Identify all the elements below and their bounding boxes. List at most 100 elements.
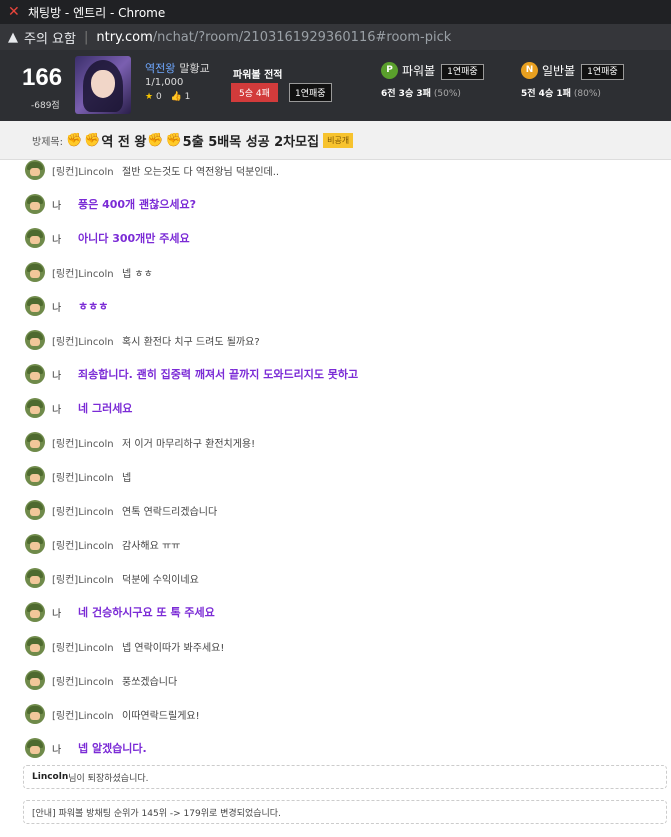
user-count: 1/1,000 [145, 77, 184, 88]
normalball-coin-icon: N [521, 62, 538, 79]
user-nick[interactable]: 역전왕 [145, 62, 175, 75]
message-text: 네 그러세요 [78, 402, 133, 415]
message-text: 죄송합니다. 괜히 집중력 깨져서 끝까지 도와드리지도 못하고 [78, 368, 359, 381]
url-host[interactable]: ntry.com [96, 30, 152, 45]
address-bar[interactable]: ▲ 주의 요함 | ntry.com/nchat/?room/210316192… [0, 24, 671, 50]
chat-message: 나 네 그러세요 [25, 397, 132, 419]
game-normalball[interactable]: N 일반볼 1연패중 5전 4승 1패 (80%) [521, 60, 624, 99]
message-text: 혹시 환전다 치구 드려도 될까요? [122, 336, 260, 348]
message-text: 넵 알겠습니다. [78, 742, 147, 755]
message-author[interactable]: [링컨]Lincoln [52, 469, 122, 484]
star-icon: ★ [145, 92, 154, 102]
soldier-avatar-icon [25, 194, 45, 214]
message-author[interactable]: [링컨]Lincoln [52, 571, 122, 586]
system-leave-message: Lincoln 님이 퇴장하셨습니다. [23, 765, 667, 789]
soldier-avatar-icon [25, 534, 45, 554]
chat-message: 나 네 건승하시구요 또 톡 주세요 [25, 601, 215, 623]
leave-text: 님이 퇴장하셨습니다. [68, 773, 149, 784]
user-grade: 말황교 [179, 62, 210, 75]
soldier-avatar-icon [25, 466, 45, 486]
chat-message: [링컨]Lincoln 풍쏘겠습니다 [25, 669, 177, 691]
chat-message: [링컨]Lincoln 이따연락드릴게요! [25, 703, 200, 725]
game-pct: (50%) [433, 89, 461, 99]
soldier-avatar-icon [25, 364, 45, 384]
private-badge: 비공개 [323, 132, 354, 148]
message-text: 풍쏘겠습니다 [122, 676, 178, 688]
game-powerball[interactable]: P 파워볼 1연패중 6전 3승 3패 (50%) [381, 60, 484, 99]
user-score-sub: -689점 [31, 101, 60, 111]
fist-icon: ✊ [165, 132, 182, 148]
message-author: 나 [52, 744, 62, 756]
soldier-avatar-icon [25, 636, 45, 656]
soldier-avatar-icon [25, 228, 45, 248]
message-text: 넵 ㅎㅎ [122, 268, 153, 280]
game-pct: (80%) [573, 89, 601, 99]
message-text: ㅎㅎㅎ [78, 300, 109, 313]
soldier-avatar-icon [25, 160, 45, 180]
leave-user: Lincoln [32, 772, 69, 782]
star-count: 0 [155, 92, 162, 102]
room-title-bar: 방제목: ✊ ✊ 역 전 왕 ✊ ✊ 5출 5배목 성공 2차모집 비공개 [0, 121, 671, 160]
message-text: 넵 [122, 472, 132, 484]
profile-panel: 166 -689점 역전왕 말황교 1/1,000 ★ 0 👍 1 파워볼 전적 … [0, 50, 671, 121]
message-text: 감사해요 ㅠㅠ [122, 540, 181, 552]
room-title-label: 방제목: [32, 136, 63, 148]
chat-message: [링컨]Lincoln 저 이거 마무리하구 환전치게용! [25, 431, 255, 453]
message-text: 풍은 400개 괜찮으세요? [78, 198, 196, 211]
message-author[interactable]: [링컨]Lincoln [52, 503, 122, 518]
powerball-streak-badge: 1연패중 [289, 83, 332, 102]
notice-text: [안내] 파워볼 방채팅 순위가 145위 -> 179위로 변경되었습니다. [32, 808, 281, 819]
browser-titlebar: ✕ 채팅방 - 엔트리 - Chrome [0, 0, 671, 24]
chat-message: [링컨]Lincoln 덕분에 수익이네요 [25, 567, 199, 589]
message-text: 네 건승하시구요 또 톡 주세요 [78, 606, 215, 619]
powerball-coin-icon: P [381, 62, 398, 79]
fist-icon: ✊ [65, 132, 83, 148]
chat-message: 나 ㅎㅎㅎ [25, 295, 108, 317]
message-author[interactable]: [링컨]Lincoln [52, 707, 122, 722]
entry-logo-icon: ✕ [8, 4, 20, 20]
thumbs-up-icon: 👍 [170, 92, 182, 102]
message-author[interactable]: [링컨]Lincoln [52, 163, 122, 178]
message-author[interactable]: [링컨]Lincoln [52, 639, 122, 654]
url-path[interactable]: /nchat/?room/2103161929360116#room-pick [153, 30, 451, 45]
game-name: 일반볼 [542, 64, 576, 78]
window-title: 채팅방 - 엔트리 - Chrome [28, 5, 166, 20]
message-author[interactable]: [링컨]Lincoln [52, 265, 122, 280]
message-text: 아니다 300개만 주세요 [78, 232, 190, 245]
message-text: 절반 오는것도 다 역전왕님 덕분인데.. [122, 166, 280, 178]
soldier-avatar-icon [25, 670, 45, 690]
message-text: 저 이거 마무리하구 환전치게용! [122, 438, 256, 450]
message-text: 넵 연락이따가 봐주세요! [122, 642, 225, 654]
game-streak: 1연패중 [441, 64, 484, 80]
chat-message: [링컨]Lincoln 절반 오는것도 다 역전왕님 덕분인데.. [25, 159, 279, 181]
chat-message: 나 아니다 300개만 주세요 [25, 227, 190, 249]
powerball-record-badge: 5승 4패 [231, 83, 278, 102]
soldier-avatar-icon [25, 602, 45, 622]
game-record: 5전 4승 1패 [521, 89, 571, 99]
room-title-suffix: 5출 5배목 성공 2차모집 [182, 134, 320, 150]
chat-message: 나 넵 알겠습니다. [25, 737, 147, 759]
message-author[interactable]: [링컨]Lincoln [52, 673, 122, 688]
chat-message: [링컨]Lincoln 넵 연락이따가 봐주세요! [25, 635, 224, 657]
chat-message: [링컨]Lincoln 감사해요 ㅠㅠ [25, 533, 180, 555]
chat-log[interactable]: [링컨]Lincoln 절반 오는것도 다 역전왕님 덕분인데.. 나 풍은 400… [0, 159, 671, 824]
soldier-avatar-icon [25, 568, 45, 588]
game-record: 6전 3승 3패 [381, 89, 431, 99]
soldier-avatar-icon [25, 330, 45, 350]
fist-icon: ✊ [84, 132, 101, 148]
warning-icon: ▲ [8, 29, 18, 45]
message-author: 나 [52, 302, 62, 314]
message-text: 덕분에 수익이네요 [122, 574, 199, 586]
system-notice: [안내] 파워볼 방채팅 순위가 145위 -> 179위로 변경되었습니다. [23, 800, 667, 824]
avatar[interactable] [75, 56, 131, 114]
message-author: 나 [52, 200, 62, 212]
message-author[interactable]: [링컨]Lincoln [52, 435, 122, 450]
chat-message: [링컨]Lincoln 넵 ㅎㅎ [25, 261, 153, 283]
soldier-avatar-icon [25, 296, 45, 316]
room-title-main: 역 전 왕 [101, 134, 147, 150]
separator: | [83, 29, 89, 45]
message-author[interactable]: [링컨]Lincoln [52, 333, 122, 348]
security-warning[interactable]: 주의 요함 [24, 28, 76, 47]
message-text: 이따연락드릴게요! [122, 710, 200, 722]
message-author[interactable]: [링컨]Lincoln [52, 537, 122, 552]
